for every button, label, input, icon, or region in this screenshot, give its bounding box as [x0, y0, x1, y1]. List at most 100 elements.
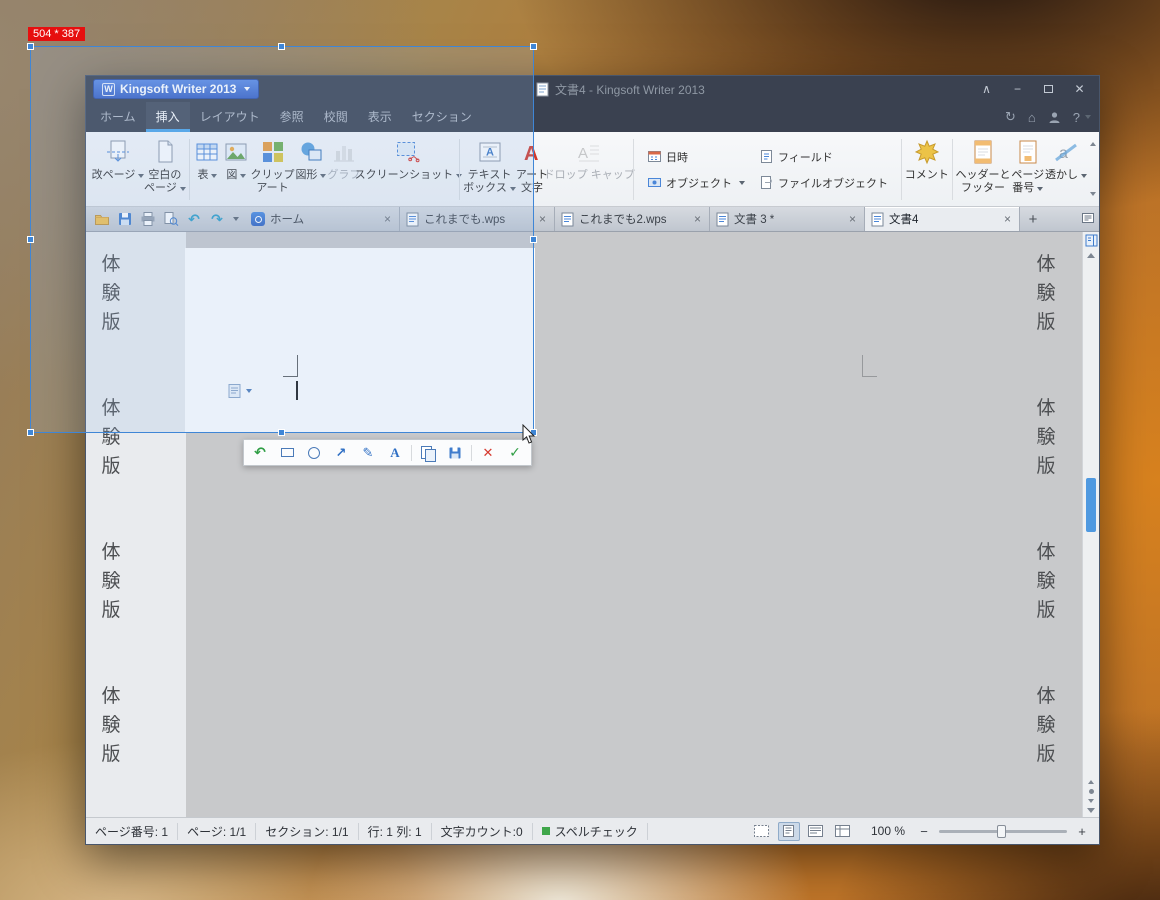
vertical-scrollbar[interactable]	[1082, 232, 1099, 817]
collapse-ribbon-button[interactable]: ∧	[971, 76, 1002, 102]
outline-view-icon	[834, 824, 851, 838]
selection-handle-n[interactable]	[278, 43, 285, 50]
doc-tab-document3[interactable]: 文書 3 * ×	[710, 207, 865, 231]
web-layout-view-icon	[807, 824, 824, 838]
trial-watermark: 体験版	[1036, 686, 1056, 765]
annotation-rectangle-button[interactable]	[274, 442, 300, 463]
window-title: 文書4 - Kingsoft Writer 2013	[536, 76, 705, 102]
close-tab-icon[interactable]: ×	[847, 212, 858, 226]
dropdown-arrow-icon	[1085, 115, 1091, 119]
ribbon-button-object[interactable]: オブジェクト	[647, 173, 745, 193]
field-icon	[759, 149, 774, 164]
annotation-arrow-button[interactable]: ↗	[328, 442, 354, 463]
close-tab-icon[interactable]: ×	[692, 212, 703, 226]
home-icon[interactable]: ⌂	[1028, 110, 1036, 125]
ribbon-button-file-object[interactable]: ファイルオブジェクト	[759, 173, 888, 193]
scroll-up-icon[interactable]	[1087, 253, 1095, 258]
annotation-confirm-button[interactable]: ✓	[502, 442, 528, 463]
zoom-slider[interactable]	[939, 824, 1067, 838]
calendar-icon	[647, 149, 662, 164]
watermark-icon: a	[1053, 138, 1079, 166]
tab-list-button[interactable]	[1081, 211, 1095, 225]
file-object-icon	[759, 175, 774, 190]
ribbon-button-datetime[interactable]: 日時	[647, 147, 745, 167]
zoom-out-button[interactable]: −	[916, 824, 932, 839]
doc-tab-document4[interactable]: 文書4 ×	[865, 207, 1020, 231]
capture-size-label: 504 * 387	[28, 27, 86, 41]
scroll-down-icon[interactable]	[1087, 808, 1095, 813]
ribbon-field-group: 日時 フィールド オブジェクト ファイルオブジェクト	[637, 135, 898, 204]
ribbon-separator	[633, 139, 634, 200]
trial-watermark: 体験版	[101, 686, 121, 765]
selection-handle-w[interactable]	[27, 235, 34, 243]
window-controls: ∧ − ✕	[971, 76, 1095, 102]
browse-object-icon[interactable]	[1088, 789, 1094, 794]
annotation-cancel-button[interactable]: ✕	[475, 442, 501, 463]
writer-doc-icon	[871, 212, 884, 227]
help-button[interactable]: ?	[1073, 110, 1091, 125]
zoom-value: 100 %	[870, 824, 905, 838]
account-icon[interactable]	[1048, 111, 1061, 124]
status-line-column: 行: 1 列: 1	[359, 822, 432, 840]
new-tab-button[interactable]: +	[1020, 207, 1046, 231]
minimize-button[interactable]: −	[1002, 76, 1033, 102]
panel-icon	[1085, 234, 1098, 247]
ribbon-separator	[951, 139, 953, 200]
annotation-save-button[interactable]	[442, 442, 468, 463]
annotation-undo-button[interactable]: ↶	[247, 442, 273, 463]
zoom-in-button[interactable]: +	[1074, 824, 1090, 839]
scrollbar-thumb[interactable]	[1086, 478, 1096, 532]
screen: W Kingsoft Writer 2013 文書4 - Kingsoft Wr…	[0, 0, 1160, 900]
status-bar: ページ番号: 1 ページ: 1/1 セクション: 1/1 行: 1 列: 1 文…	[86, 817, 1099, 844]
side-panel-toggle-button[interactable]	[1085, 234, 1098, 247]
margin-corner-mark-right	[862, 355, 877, 377]
refresh-icon[interactable]: ↻	[1005, 109, 1016, 125]
trial-watermark: 体験版	[1036, 542, 1056, 621]
writer-doc-icon	[561, 212, 574, 227]
trial-watermark: 体験版	[1036, 398, 1056, 477]
view-web-layout-button[interactable]	[805, 822, 827, 841]
selection-handle-e[interactable]	[530, 235, 537, 243]
toolbar-separator	[471, 444, 472, 461]
annotation-ellipse-button[interactable]	[301, 442, 327, 463]
status-page-number: ページ番号: 1	[95, 822, 179, 840]
close-tab-icon[interactable]: ×	[537, 212, 548, 226]
copy-icon	[421, 445, 436, 462]
capture-selection-rectangle[interactable]	[27, 43, 537, 436]
next-page-icon[interactable]	[1088, 799, 1094, 803]
ribbon-button-comment[interactable]: コメント	[905, 135, 949, 204]
ribbon-button-field[interactable]: フィールド	[759, 147, 888, 167]
object-icon	[647, 175, 662, 190]
fullscreen-view-icon	[753, 824, 770, 838]
view-fullscreen-button[interactable]	[751, 822, 773, 841]
status-right-controls: 100 % − +	[751, 821, 1090, 841]
close-button[interactable]: ✕	[1064, 76, 1095, 102]
ribbon-scroll[interactable]	[1088, 142, 1097, 196]
maximize-button[interactable]	[1033, 76, 1064, 102]
previous-page-icon[interactable]	[1088, 780, 1094, 784]
dropdown-arrow-icon	[1037, 186, 1044, 191]
document-icon	[536, 82, 549, 97]
view-page-layout-button[interactable]	[777, 821, 800, 841]
spellcheck-status-icon	[541, 827, 550, 835]
zoom-slider-thumb[interactable]	[997, 824, 1006, 838]
scrollbar-bottom-controls	[1083, 780, 1099, 813]
annotation-text-button[interactable]: A	[382, 442, 408, 463]
ribbon-scroll-up-icon	[1089, 142, 1096, 146]
ribbon-button-page-number[interactable]: ページ 番号	[1011, 135, 1045, 204]
selection-handle-ne[interactable]	[530, 43, 537, 50]
capture-annotation-toolbar: ↶ ↗ ✎ A ✕ ✓	[243, 439, 532, 466]
annotation-copy-button[interactable]	[415, 442, 441, 463]
rectangle-icon	[280, 448, 294, 457]
doc-tab-koremademo2[interactable]: これまでも2.wps ×	[555, 207, 710, 231]
selection-handle-sw[interactable]	[27, 429, 34, 436]
status-spellcheck[interactable]: スペルチェック	[533, 822, 648, 840]
close-tab-icon[interactable]: ×	[1002, 212, 1013, 226]
selection-handle-s[interactable]	[278, 429, 285, 436]
selection-handle-nw[interactable]	[27, 43, 34, 50]
view-outline-button[interactable]	[832, 822, 854, 841]
status-page: ページ: 1/1	[178, 822, 257, 840]
annotation-brush-button[interactable]: ✎	[355, 442, 381, 463]
ribbon-button-header-footer[interactable]: ヘッダーと フッター	[956, 135, 1011, 204]
ribbon-button-watermark[interactable]: a 透かし	[1045, 135, 1087, 204]
